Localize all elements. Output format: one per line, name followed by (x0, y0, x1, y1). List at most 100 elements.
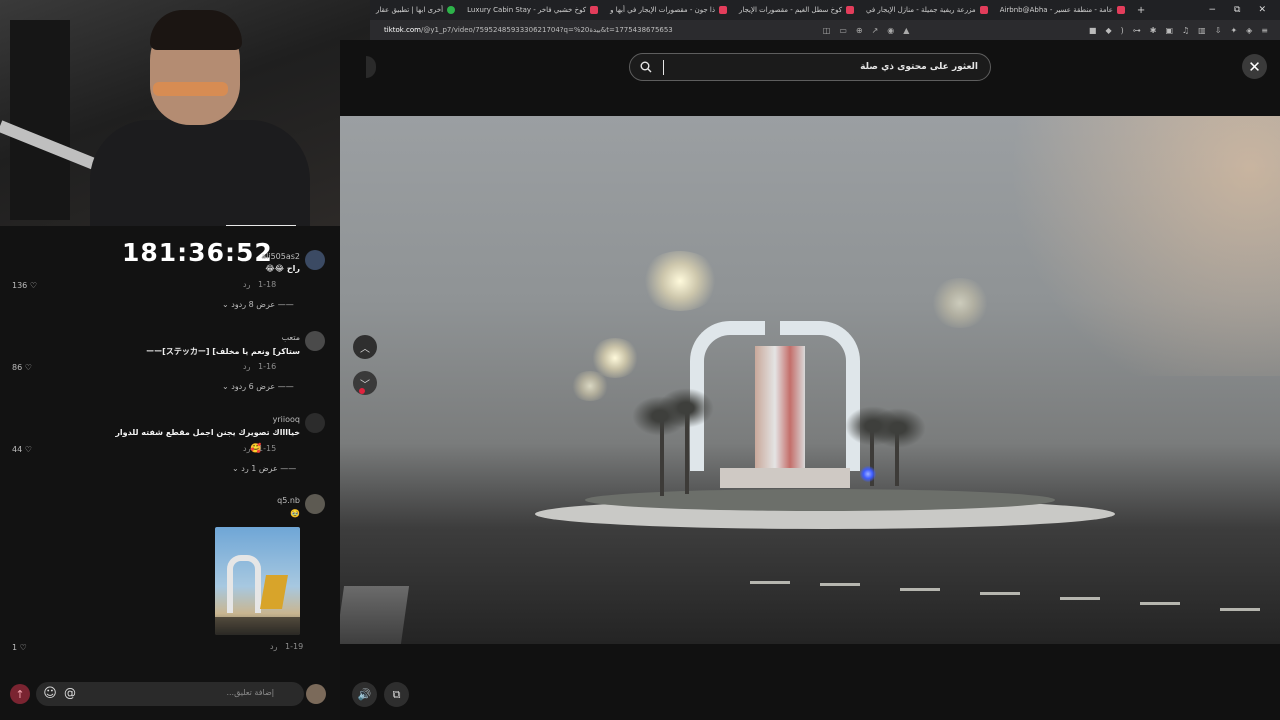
view-replies-button[interactable]: —— عرض 6 ردود ⌄ (222, 382, 294, 391)
heart-icon: ♡ (29, 281, 37, 290)
like-count-value: 44 (12, 445, 23, 454)
browser-tab[interactable]: ذا جون - مقصورات الإيجار في أبها و (604, 0, 733, 20)
browser-tab[interactable]: مزرعة ريفية جميلة - منازل الإيجار في (860, 0, 994, 20)
roundabout-planting (585, 489, 1055, 511)
music-icon[interactable]: ♫ (1182, 26, 1189, 35)
avatar[interactable] (305, 494, 325, 514)
tab-title: كوخ سطل الغيم - مقصورات الإيجار (738, 6, 843, 14)
sidebar-icon[interactable]: ▥ (1198, 26, 1206, 35)
like-count-value: 1 (12, 643, 18, 652)
avatar[interactable] (305, 331, 325, 351)
browser-tab[interactable]: كوخ سطل الغيم - مقصورات الإيجار (733, 0, 860, 20)
reply-button[interactable]: رد (243, 280, 250, 289)
tab-favicon-icon (447, 6, 456, 14)
comment-username[interactable]: ali505as2 (261, 252, 300, 261)
screen: أخرى ابها | تطبيق عقار كوخ خشبي فاخر - L… (0, 0, 1280, 720)
like-count[interactable]: 86 ♡ (12, 363, 32, 372)
heart-icon: ♡ (24, 363, 32, 372)
tab-title: ذا جون - مقصورات الإيجار في أبها و (610, 6, 715, 14)
restore-button[interactable]: ⧉ (1234, 5, 1240, 15)
tab-title: مزرعة ريفية جميلة - منازل الإيجار في (866, 6, 976, 14)
thumbnail-monument (227, 555, 261, 613)
view-replies-label: عرض 6 ردود (231, 382, 276, 391)
heart-icon: ♡ (19, 643, 27, 652)
picture-in-picture-icon[interactable]: ⧉ (384, 682, 409, 707)
close-icon[interactable]: ✕ (1242, 54, 1267, 79)
extension-icon[interactable]: ◆ (1105, 26, 1111, 35)
airbnb-favicon-icon (1116, 6, 1125, 14)
road-marking (820, 583, 860, 586)
like-count[interactable]: 44 ♡ (12, 445, 32, 454)
palm-fronds (658, 388, 714, 428)
view-replies-button[interactable]: —— عرض 8 ردود ⌄ (222, 300, 294, 309)
comment-username[interactable]: yriiooq (273, 415, 300, 424)
road-marking (980, 592, 1020, 595)
mention-icon[interactable]: @ (62, 685, 78, 701)
search-input[interactable]: العثور على محتوى ذي صلة (629, 53, 991, 81)
webcam-streamer-hair (150, 10, 242, 50)
airbnb-favicon-icon (979, 6, 988, 14)
brave-rewards-icon[interactable]: ▲ (903, 26, 909, 35)
minimize-button[interactable]: − (1208, 5, 1216, 15)
view-replies-button[interactable]: —— عرض 1 رد ⌄ (232, 464, 296, 473)
extension-icon[interactable]: ▣ (1165, 26, 1173, 35)
shield-icon[interactable]: ◉ (887, 26, 894, 35)
road-marking (900, 588, 940, 591)
comment-text: ستاکر] ونعم يا مخلف] ーー[ステッカー] (146, 347, 300, 356)
browser-tab[interactable]: كوخ خشبي فاخر - Luxury Cabin Stay (461, 0, 604, 20)
like-count[interactable]: 136 ♡ (12, 281, 37, 290)
webcam-streamer-body (90, 120, 310, 226)
new-tab-button[interactable]: + (1131, 5, 1151, 16)
like-count[interactable]: 1 ♡ (12, 643, 27, 652)
avatar[interactable] (305, 250, 325, 270)
screenshot-icon[interactable]: ▭ (839, 26, 847, 35)
vpn-icon[interactable]: ◈ (1246, 26, 1252, 35)
url-text[interactable]: tiktok.com/@y1_p7/video/7595248593330621… (370, 26, 673, 34)
thumbnail-caption-strip (215, 617, 300, 635)
address-bar-actions: ◫ ▭ ⊕ ↗ ◉ ▲ (823, 26, 910, 35)
volume-icon[interactable]: 🔊 (352, 682, 377, 707)
fog-warm-light (980, 116, 1280, 376)
extension-icon[interactable]: ■ (1089, 26, 1097, 35)
send-comment-button[interactable]: ↑ (10, 684, 30, 704)
video-frame[interactable] (340, 116, 1280, 644)
palm-fronds (870, 408, 926, 448)
road-marking (1220, 608, 1260, 611)
share-icon[interactable]: ↗ (872, 26, 879, 35)
comment-username[interactable]: q5.nb (277, 496, 300, 505)
emoji-icon[interactable]: ☺ (42, 685, 58, 701)
reply-button[interactable]: رد (270, 642, 277, 651)
menu-icon[interactable]: ≡ (1261, 26, 1268, 35)
comment-reaction: 🥰 (250, 444, 262, 454)
like-count-value: 86 (12, 363, 23, 372)
police-light (860, 466, 876, 482)
avatar[interactable] (305, 413, 325, 433)
download-icon[interactable]: ⇩ (1215, 26, 1222, 35)
comment-date: 1-16 (258, 362, 277, 371)
chevron-down-icon: ⌄ (222, 300, 229, 309)
previous-video-button[interactable]: ︿ (353, 335, 377, 359)
browser-tab[interactable]: أخرى ابها | تطبيق عقار (370, 0, 461, 20)
search-icon[interactable] (640, 61, 652, 73)
reader-icon[interactable]: ◫ (823, 26, 831, 35)
street-light-glow (640, 251, 720, 311)
next-video-button[interactable]: ﹀ (353, 371, 377, 395)
view-replies-label: عرض 8 ردود (231, 300, 276, 309)
monument-right-arch (780, 321, 860, 471)
address-bar[interactable]: tiktok.com/@y1_p7/video/7595248593330621… (370, 20, 1280, 40)
window-controls: − ⧉ ✕ (1208, 5, 1280, 15)
extension-icon[interactable]: ✦ (1230, 26, 1237, 35)
close-window-button[interactable]: ✕ (1258, 5, 1266, 15)
browser-tab[interactable]: عامة - منطقة عسير - Airbnb@Abha (994, 0, 1131, 20)
reply-button[interactable]: رد (243, 362, 250, 371)
extension-icon[interactable]: ) (1121, 26, 1124, 35)
comment-input-placeholder: إضافة تعليق... (226, 688, 274, 697)
comment-video-thumbnail[interactable] (215, 527, 300, 635)
view-replies-label: عرض 1 رد (241, 464, 278, 473)
airbnb-favicon-icon (718, 6, 727, 14)
zoom-icon[interactable]: ⊕ (856, 26, 863, 35)
puzzle-icon[interactable]: ✱ (1150, 26, 1157, 35)
comment-username[interactable]: متعب (282, 333, 300, 342)
extension-icon[interactable]: ⊶ (1133, 26, 1141, 35)
heart-icon: ♡ (24, 445, 32, 454)
